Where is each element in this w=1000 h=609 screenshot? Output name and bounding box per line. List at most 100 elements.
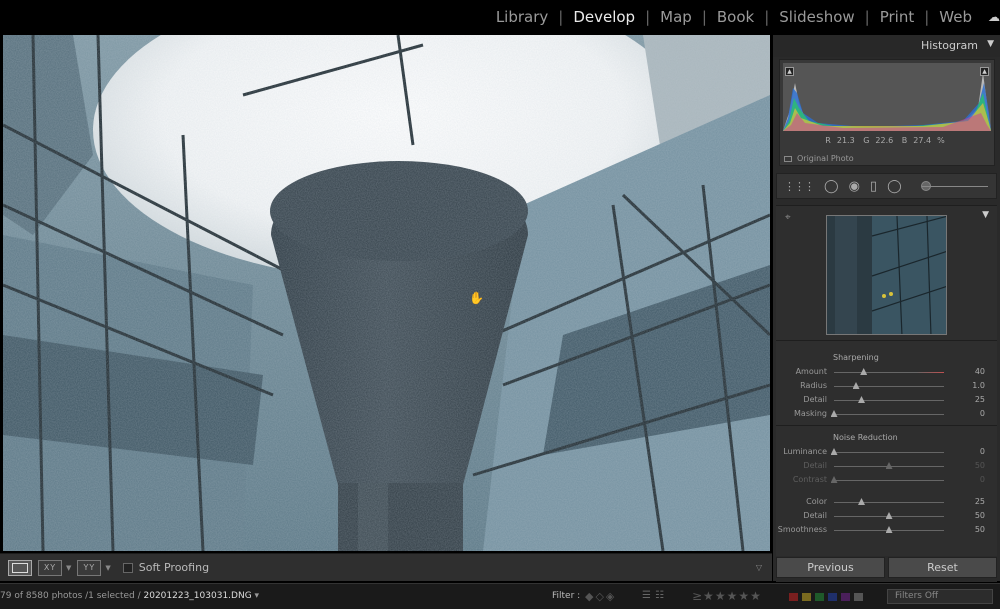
slider-label: Smoothness	[777, 525, 827, 534]
gray-label-icon[interactable]	[854, 593, 863, 601]
filename[interactable]: 20201223_103031.DNG	[144, 591, 252, 601]
slider-track[interactable]	[834, 480, 944, 481]
collapse-triangle-icon[interactable]: ▼	[987, 39, 994, 49]
slider-row: Detail 25	[776, 393, 997, 407]
slider-value[interactable]: 0	[980, 409, 985, 418]
slider-label: Contrast	[792, 475, 827, 484]
slider-track[interactable]	[834, 452, 944, 453]
original-photo-toggle[interactable]: Original Photo	[784, 154, 854, 163]
histogram-curves	[783, 73, 991, 131]
slider-label: Detail	[803, 461, 827, 470]
photo-toolbar: XY ▼ YY ▼ Soft Proofing ▽	[0, 553, 772, 581]
detail-preview[interactable]	[826, 215, 947, 335]
cloud-icon[interactable]: ☁	[982, 10, 1000, 24]
slider-value[interactable]: 50	[975, 525, 985, 534]
previous-button[interactable]: Previous	[776, 557, 885, 578]
green-label-icon[interactable]	[815, 593, 824, 601]
purple-label-icon[interactable]	[841, 593, 850, 601]
photo-canvas[interactable]: ✋	[3, 35, 770, 551]
photo-image: ✋	[3, 35, 770, 551]
target-adjust-icon[interactable]: ⌖	[785, 212, 791, 223]
b-value: 27.4	[913, 136, 932, 145]
brush-slider[interactable]	[922, 186, 988, 187]
module-map[interactable]: Map	[650, 8, 702, 26]
module-slideshow[interactable]: Slideshow	[769, 8, 864, 26]
filter-label: Filter :	[552, 591, 581, 601]
tool-strip: ⋮⋮⋮ ◯ ◉ ▯ ◯	[776, 173, 997, 199]
reset-button[interactable]: Reset	[888, 557, 997, 578]
slider-track[interactable]	[834, 414, 944, 415]
slider-value[interactable]: 25	[975, 497, 985, 506]
toolbar-toggle-icon[interactable]: ▽	[756, 563, 762, 572]
original-photo-checkbox[interactable]	[784, 155, 792, 162]
shadow-clipping-icon[interactable]: ▲	[785, 67, 794, 76]
slider-row: Smoothness 50	[776, 523, 997, 537]
filters-select[interactable]: Filters Off	[887, 589, 993, 604]
slider-value[interactable]: 25	[975, 395, 985, 404]
histogram-graph[interactable]: ▲ ▲	[783, 63, 991, 131]
star-rating-filter[interactable]: ≥★★★★★	[692, 589, 762, 603]
r-value: 21.3	[836, 136, 855, 145]
filmstrip-bar: 79 of 8580 photos /1 selected / 20201223…	[0, 583, 1000, 609]
slider-value[interactable]: 0	[980, 447, 985, 456]
module-web[interactable]: Web	[929, 8, 982, 26]
photo-count: 79 of 8580 photos /1 selected / 20201223…	[0, 591, 259, 601]
sharpening-title: Sharpening	[833, 353, 879, 362]
yellow-label-icon[interactable]	[802, 593, 811, 601]
slider-row: Detail 50	[776, 459, 997, 473]
rgb-readout: R 21.3 G 22.6 B 27.4%	[780, 136, 990, 145]
spot-removal-icon[interactable]: ◯	[824, 180, 839, 193]
radial-filter-icon[interactable]: ◯	[887, 180, 902, 193]
slider-value[interactable]: 1.0	[972, 381, 985, 390]
chevron-down-icon[interactable]: ▼	[105, 564, 110, 572]
slider-label: Radius	[800, 381, 827, 390]
slider-track[interactable]	[834, 372, 944, 373]
divider	[776, 425, 997, 426]
slider-track[interactable]	[834, 400, 944, 401]
loupe-view-button[interactable]	[8, 559, 32, 576]
module-book[interactable]: Book	[707, 8, 764, 26]
slider-value[interactable]: 50	[975, 461, 985, 470]
slider-value[interactable]: 0	[980, 475, 985, 484]
color-label-filter[interactable]	[789, 593, 867, 601]
original-photo-label: Original Photo	[797, 154, 854, 163]
slider-track[interactable]	[834, 502, 944, 503]
g-label: G	[863, 136, 870, 145]
chevron-down-icon[interactable]: ▾	[255, 591, 260, 601]
red-eye-icon[interactable]: ◉	[849, 180, 860, 193]
photo-count-text: 79 of 8580 photos /1 selected /	[0, 591, 141, 601]
module-list: Library | Develop | Map | Book | Slidesh…	[486, 0, 1000, 34]
before-after-button[interactable]: YY	[77, 559, 102, 576]
flag-filter-icons[interactable]: ◆◇◈	[585, 590, 616, 603]
g-value: 22.6	[875, 136, 894, 145]
soft-proofing-label: Soft Proofing	[138, 561, 210, 574]
highlight-clipping-icon[interactable]: ▲	[980, 67, 989, 76]
red-label-icon[interactable]	[789, 593, 798, 601]
r-label: R	[825, 136, 831, 145]
blue-label-icon[interactable]	[828, 593, 837, 601]
unit-label: %	[937, 136, 945, 145]
compare-view-button[interactable]: XY	[38, 559, 62, 576]
module-print[interactable]: Print	[870, 8, 925, 26]
graduated-filter-icon[interactable]: ▯	[870, 180, 877, 193]
slider-row: Radius 1.0	[776, 379, 997, 393]
slider-label: Color	[806, 497, 827, 506]
slider-row: Amount 40	[776, 365, 997, 379]
slider-label: Masking	[794, 409, 827, 418]
slider-label: Amount	[795, 367, 827, 376]
chevron-down-icon[interactable]: ▼	[66, 564, 71, 572]
detail-preview-image	[827, 216, 946, 334]
slider-track[interactable]	[834, 386, 944, 387]
slider-value[interactable]: 40	[975, 367, 985, 376]
edit-filter-icons[interactable]: ☰☷	[642, 590, 668, 601]
crop-grid-icon[interactable]: ⋮⋮⋮	[784, 181, 815, 192]
soft-proofing-checkbox[interactable]	[122, 562, 133, 573]
module-develop[interactable]: Develop	[563, 8, 645, 26]
noise-reduction-title: Noise Reduction	[833, 433, 898, 442]
b-label: B	[901, 136, 908, 145]
module-library[interactable]: Library	[486, 8, 558, 26]
slider-row: Color 25	[776, 495, 997, 509]
histogram-header[interactable]: Histogram ▼	[773, 35, 1000, 57]
collapse-triangle-icon[interactable]: ▼	[982, 210, 989, 220]
slider-value[interactable]: 50	[975, 511, 985, 520]
